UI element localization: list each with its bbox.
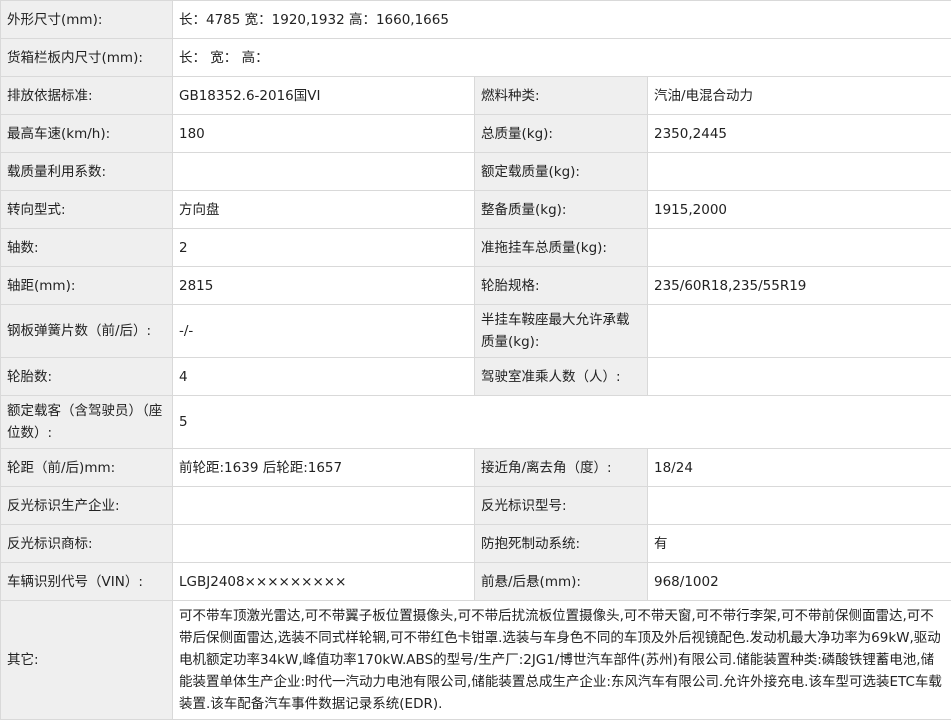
spec-label: 轴数: — [1, 229, 173, 267]
spec-value — [648, 153, 951, 191]
spec-row: 钢板弹簧片数（前/后）: -/- 半挂车鞍座最大允许承载质量(kg): — [1, 305, 951, 358]
spec-label: 防抱死制动系统: — [475, 525, 648, 563]
spec-label: 总质量(kg): — [475, 115, 648, 153]
spec-row: 最高车速(km/h): 180 总质量(kg): 2350,2445 — [1, 115, 951, 153]
spec-label: 燃料种类: — [475, 77, 648, 115]
spec-label: 其它: — [1, 601, 173, 720]
spec-value: 方向盘 — [173, 191, 475, 229]
spec-value: 有 — [648, 525, 951, 563]
spec-label: 整备质量(kg): — [475, 191, 648, 229]
spec-row-cargo: 货箱栏板内尺寸(mm): 长： 宽： 高： — [1, 39, 951, 77]
spec-value: 2 — [173, 229, 475, 267]
spec-row: 额定载客（含驾驶员）（座位数）: 5 — [1, 396, 951, 449]
spec-row: 轴数: 2 准拖挂车总质量(kg): — [1, 229, 951, 267]
spec-label: 钢板弹簧片数（前/后）: — [1, 305, 173, 358]
spec-row: 反光标识生产企业: 反光标识型号: — [1, 487, 951, 525]
spec-label: 转向型式: — [1, 191, 173, 229]
spec-value: LGBJ2408××××××××× — [173, 563, 475, 601]
spec-value: 长： 宽： 高： — [173, 39, 951, 77]
spec-row-dimensions: 外形尺寸(mm): 长：4785 宽：1920,1932 高：1660,1665 — [1, 1, 951, 39]
spec-label: 准拖挂车总质量(kg): — [475, 229, 648, 267]
spec-label: 轮距（前/后)mm: — [1, 449, 173, 487]
spec-label: 货箱栏板内尺寸(mm): — [1, 39, 173, 77]
spec-note-text: 可不带车顶激光雷达,可不带翼子板位置摄像头,可不带后扰流板位置摄像头,可不带天窗… — [173, 601, 951, 720]
spec-value — [648, 305, 951, 358]
spec-row: 车辆识别代号（VIN）: LGBJ2408××××××××× 前悬/后悬(mm)… — [1, 563, 951, 601]
vehicle-spec-table: 外形尺寸(mm): 长：4785 宽：1920,1932 高：1660,1665… — [0, 0, 951, 720]
spec-value: 180 — [173, 115, 475, 153]
spec-value: 长：4785 宽：1920,1932 高：1660,1665 — [173, 1, 951, 39]
spec-label: 接近角/离去角（度）: — [475, 449, 648, 487]
spec-value: 18/24 — [648, 449, 951, 487]
spec-row: 轮胎数: 4 驾驶室准乘人数（人）: — [1, 358, 951, 396]
spec-label: 反光标识商标: — [1, 525, 173, 563]
spec-value: 2350,2445 — [648, 115, 951, 153]
spec-value: GB18352.6-2016国VI — [173, 77, 475, 115]
spec-label: 轴距(mm): — [1, 267, 173, 305]
spec-value: 汽油/电混合动力 — [648, 77, 951, 115]
spec-value: 1915,2000 — [648, 191, 951, 229]
spec-label: 反光标识生产企业: — [1, 487, 173, 525]
spec-row: 排放依据标准: GB18352.6-2016国VI 燃料种类: 汽油/电混合动力 — [1, 77, 951, 115]
spec-row: 轮距（前/后)mm: 前轮距:1639 后轮距:1657 接近角/离去角（度）:… — [1, 449, 951, 487]
spec-value: 968/1002 — [648, 563, 951, 601]
spec-label: 前悬/后悬(mm): — [475, 563, 648, 601]
spec-row: 轴距(mm): 2815 轮胎规格: 235/60R18,235/55R19 — [1, 267, 951, 305]
spec-label: 载质量利用系数: — [1, 153, 173, 191]
spec-label: 驾驶室准乘人数（人）: — [475, 358, 648, 396]
spec-value: 前轮距:1639 后轮距:1657 — [173, 449, 475, 487]
spec-row-other: 其它: 可不带车顶激光雷达,可不带翼子板位置摄像头,可不带后扰流板位置摄像头,可… — [1, 601, 951, 720]
spec-label: 半挂车鞍座最大允许承载质量(kg): — [475, 305, 648, 358]
spec-value — [648, 358, 951, 396]
spec-value — [173, 153, 475, 191]
spec-value — [173, 525, 475, 563]
spec-value: 4 — [173, 358, 475, 396]
spec-row: 载质量利用系数: 额定载质量(kg): — [1, 153, 951, 191]
spec-label: 额定载客（含驾驶员）（座位数）: — [1, 396, 173, 449]
spec-value: -/- — [173, 305, 475, 358]
spec-label: 最高车速(km/h): — [1, 115, 173, 153]
spec-value: 2815 — [173, 267, 475, 305]
spec-value: 5 — [173, 396, 951, 449]
spec-row: 转向型式: 方向盘 整备质量(kg): 1915,2000 — [1, 191, 951, 229]
spec-value — [648, 229, 951, 267]
spec-label: 外形尺寸(mm): — [1, 1, 173, 39]
spec-label: 额定载质量(kg): — [475, 153, 648, 191]
spec-label: 轮胎数: — [1, 358, 173, 396]
spec-label: 反光标识型号: — [475, 487, 648, 525]
spec-label: 排放依据标准: — [1, 77, 173, 115]
spec-label: 车辆识别代号（VIN）: — [1, 563, 173, 601]
spec-value — [173, 487, 475, 525]
spec-value: 235/60R18,235/55R19 — [648, 267, 951, 305]
spec-label: 轮胎规格: — [475, 267, 648, 305]
spec-row: 反光标识商标: 防抱死制动系统: 有 — [1, 525, 951, 563]
spec-value — [648, 487, 951, 525]
